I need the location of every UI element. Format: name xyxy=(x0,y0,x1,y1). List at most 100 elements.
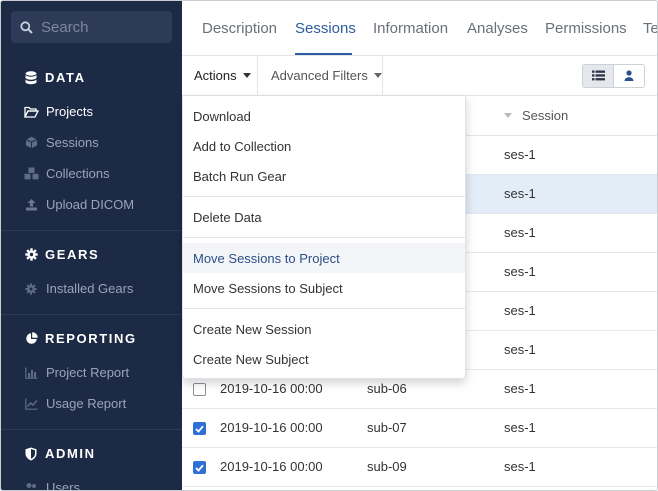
advanced-filters-label: Advanced Filters xyxy=(271,68,368,83)
session-cell: ses-1 xyxy=(504,342,536,357)
section-gears: GEARS xyxy=(23,247,99,262)
advanced-filters-button[interactable]: Advanced Filters xyxy=(271,56,382,95)
folder-open-icon xyxy=(23,106,39,118)
list-view-button[interactable] xyxy=(583,65,614,87)
section-reporting-title: REPORTING xyxy=(45,331,137,346)
sidebar-divider xyxy=(1,429,182,430)
sort-icon xyxy=(504,113,512,118)
line-chart-icon xyxy=(23,398,39,410)
actions-button[interactable]: Actions xyxy=(194,56,251,95)
active-tab-indicator xyxy=(295,53,352,55)
sidebar: Search DATA Projects Sessions Collection… xyxy=(1,1,182,491)
session-cell: ses-1 xyxy=(504,303,536,318)
toolbar-divider xyxy=(382,56,383,95)
search-box[interactable]: Search xyxy=(11,11,172,43)
session-cell: ses-1 xyxy=(504,147,536,162)
sidebar-item-label: Users xyxy=(46,480,80,491)
toolbar-divider xyxy=(257,56,258,95)
menu-item-create-new-session[interactable]: Create New Session xyxy=(183,314,465,344)
sidebar-item-collections[interactable]: Collections xyxy=(23,166,110,181)
sidebar-item-label: Collections xyxy=(46,166,110,181)
database-icon xyxy=(23,70,39,85)
session-cell: ses-1 xyxy=(504,186,536,201)
sidebar-item-upload-dicom[interactable]: Upload DICOM xyxy=(23,197,134,212)
sidebar-item-projects[interactable]: Projects xyxy=(23,104,93,119)
menu-divider xyxy=(183,308,465,309)
session-cell: ses-1 xyxy=(504,225,536,240)
subject-cell: sub-09 xyxy=(367,459,407,474)
section-gears-title: GEARS xyxy=(45,247,100,262)
checkmark-icon xyxy=(195,464,204,472)
tab-overflow[interactable]: Te xyxy=(643,20,657,37)
shield-icon xyxy=(23,447,39,461)
date-cell: 2019-10-16 00:00 xyxy=(220,459,323,474)
sidebar-divider xyxy=(1,314,182,315)
menu-item-move-sessions-to-project[interactable]: Move Sessions to Project xyxy=(183,243,465,273)
menu-item-download[interactable]: Download xyxy=(183,101,465,131)
table-row[interactable]: 2019-10-16 00:00 sub-07 ses-1 xyxy=(182,409,657,448)
subject-view-button[interactable] xyxy=(614,65,644,87)
sidebar-divider xyxy=(1,230,182,231)
menu-divider xyxy=(183,196,465,197)
menu-divider xyxy=(183,237,465,238)
menu-item-delete-data[interactable]: Delete Data xyxy=(183,202,465,232)
section-admin: ADMIN xyxy=(23,446,96,461)
pie-chart-icon xyxy=(23,332,39,345)
subject-cell: sub-06 xyxy=(367,381,407,396)
user-icon xyxy=(624,69,634,84)
section-data-title: DATA xyxy=(45,70,86,85)
chevron-down-icon xyxy=(242,73,251,78)
section-admin-title: ADMIN xyxy=(45,446,96,461)
upload-icon xyxy=(23,198,39,211)
users-icon xyxy=(23,482,39,490)
tab-information[interactable]: Information xyxy=(373,20,448,37)
row-checkbox[interactable] xyxy=(193,461,206,474)
sidebar-item-label: Upload DICOM xyxy=(46,197,135,212)
bar-chart-icon xyxy=(23,367,39,379)
section-data: DATA xyxy=(23,70,86,85)
session-column-header[interactable]: Session xyxy=(504,108,568,123)
session-cell: ses-1 xyxy=(504,459,536,474)
search-icon xyxy=(11,20,41,34)
session-cell: ses-1 xyxy=(504,381,536,396)
chevron-down-icon xyxy=(373,73,382,78)
sidebar-item-label: Projects xyxy=(46,104,93,119)
sidebar-item-sessions[interactable]: Sessions xyxy=(23,135,99,150)
session-header-label: Session xyxy=(522,108,569,123)
cube-icon xyxy=(23,136,39,149)
view-toggle xyxy=(582,64,645,88)
app-window: Search DATA Projects Sessions Collection… xyxy=(0,0,658,491)
sidebar-item-label: Installed Gears xyxy=(46,281,134,296)
menu-item-batch-run-gear[interactable]: Batch Run Gear xyxy=(183,161,465,191)
cubes-icon xyxy=(23,167,39,180)
search-input[interactable]: Search xyxy=(41,19,89,36)
menu-item-create-new-subject[interactable]: Create New Subject xyxy=(183,344,465,374)
tab-bar: Description Sessions Information Analyse… xyxy=(182,1,657,56)
sidebar-item-label: Sessions xyxy=(46,135,99,150)
tab-sessions[interactable]: Sessions xyxy=(295,20,356,37)
toolbar: Actions Advanced Filters xyxy=(182,56,657,96)
section-reporting: REPORTING xyxy=(23,331,137,346)
actions-label: Actions xyxy=(194,68,237,83)
tab-analyses[interactable]: Analyses xyxy=(467,20,528,37)
checkmark-icon xyxy=(195,425,204,433)
sidebar-item-label: Project Report xyxy=(46,365,130,380)
gear-icon xyxy=(23,248,39,261)
menu-item-move-sessions-to-subject[interactable]: Move Sessions to Subject xyxy=(183,273,465,303)
tab-permissions[interactable]: Permissions xyxy=(545,20,627,37)
sidebar-item-project-report[interactable]: Project Report xyxy=(23,365,129,380)
subject-cell: sub-07 xyxy=(367,420,407,435)
date-cell: 2019-10-16 00:00 xyxy=(220,381,323,396)
gear-icon xyxy=(23,282,39,295)
table-row[interactable]: 2019-10-16 00:00 sub-09 ses-1 xyxy=(182,448,657,487)
list-icon xyxy=(591,69,605,84)
row-checkbox[interactable] xyxy=(193,422,206,435)
date-cell: 2019-10-16 00:00 xyxy=(220,420,323,435)
row-checkbox[interactable] xyxy=(193,383,206,396)
tab-description[interactable]: Description xyxy=(202,20,277,37)
sidebar-item-installed-gears[interactable]: Installed Gears xyxy=(23,281,133,296)
sidebar-item-label: Usage Report xyxy=(46,396,127,411)
sidebar-item-users[interactable]: Users xyxy=(23,480,80,491)
menu-item-add-to-collection[interactable]: Add to Collection xyxy=(183,131,465,161)
sidebar-item-usage-report[interactable]: Usage Report xyxy=(23,396,126,411)
